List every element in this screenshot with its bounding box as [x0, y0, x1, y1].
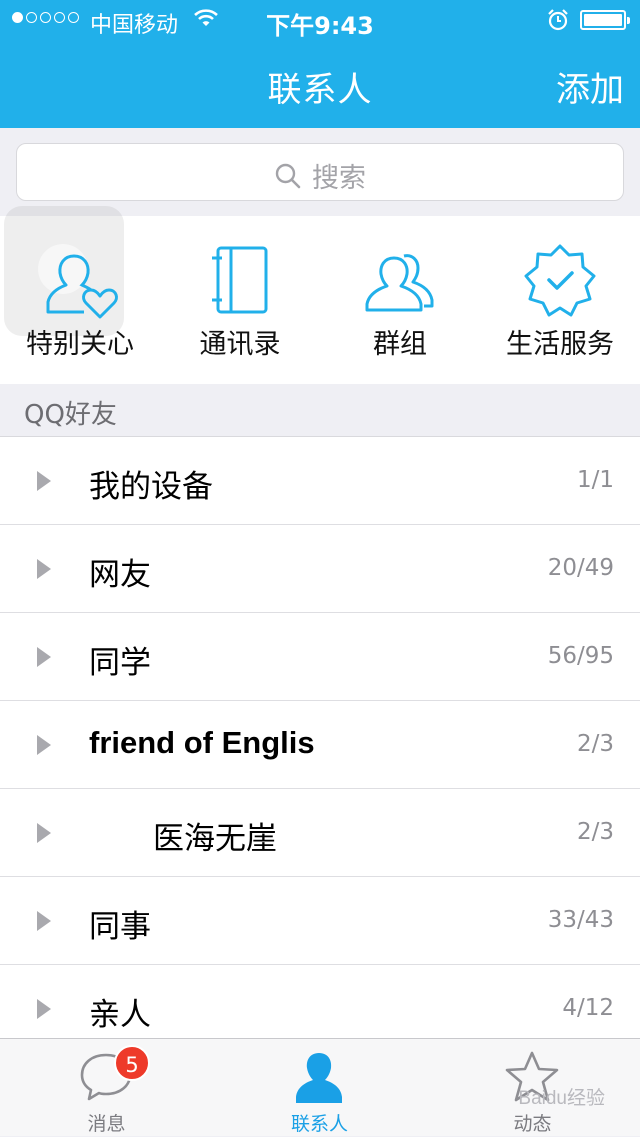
- group-row[interactable]: 同事 33/43: [0, 877, 640, 965]
- alarm-icon: [548, 9, 568, 31]
- expand-arrow-icon[interactable]: [37, 911, 51, 931]
- address-book-icon: [212, 246, 268, 314]
- groups-icon: [365, 254, 434, 312]
- group-count: 56/95: [547, 643, 614, 669]
- group-name: 医海无崖: [153, 821, 277, 857]
- group-name: 我的设备: [89, 469, 213, 505]
- search-placeholder: 搜索: [312, 163, 366, 194]
- group-count: 33/43: [547, 907, 614, 933]
- watermark: Baidu经验: [518, 1088, 605, 1109]
- quick-entries: 特别关心 通讯录 群组 生活服务: [0, 206, 640, 384]
- expand-arrow-icon[interactable]: [37, 559, 51, 579]
- section-title: QQ好友: [24, 400, 117, 430]
- quick-item-address-book[interactable]: 通讯录: [160, 216, 320, 384]
- tab-contacts[interactable]: 联系人: [213, 1039, 426, 1137]
- group-row[interactable]: 网友 20/49: [0, 525, 640, 613]
- group-count: 2/3: [576, 819, 614, 845]
- tab-label: 联系人: [290, 1113, 348, 1135]
- group-count: 20/49: [547, 555, 614, 581]
- group-row[interactable]: 我的设备 1/1: [0, 437, 640, 525]
- quick-item-label: 群组: [373, 329, 427, 360]
- group-row[interactable]: 同学 56/95: [0, 613, 640, 701]
- top-bar: 中国移动 下午9:43 联系人 添加: [0, 0, 640, 128]
- expand-arrow-icon[interactable]: [37, 471, 51, 491]
- section-header: QQ好友: [0, 384, 640, 436]
- quick-item-groups[interactable]: 群组: [320, 216, 480, 384]
- group-count: 2/3: [576, 731, 614, 757]
- group-row[interactable]: 亲人 4/12: [0, 965, 640, 1038]
- page-title: 联系人: [267, 70, 373, 110]
- quick-item-label: 通讯录: [199, 329, 281, 360]
- life-services-icon: [524, 244, 596, 317]
- search-icon: [275, 163, 301, 188]
- expand-arrow-icon[interactable]: [37, 647, 51, 667]
- friend-group-list: 我的设备 1/1 网友 20/49 同学 56/95 friend of Eng…: [0, 436, 640, 1038]
- status-bar: 中国移动 下午9:43: [0, 0, 640, 40]
- special-care-icon: [46, 254, 118, 319]
- group-row[interactable]: 医海无崖 2/3: [0, 789, 640, 877]
- battery-icon: [580, 10, 630, 30]
- expand-arrow-icon[interactable]: [37, 735, 51, 755]
- group-name: 同学: [89, 645, 151, 681]
- group-name: friend of Englis: [89, 725, 315, 760]
- group-name: 网友: [89, 557, 151, 593]
- group-name: 亲人: [89, 997, 151, 1033]
- quick-item-label: 特别关心: [26, 329, 134, 360]
- search-input[interactable]: 搜索: [16, 143, 624, 201]
- unread-badge: 5: [114, 1045, 150, 1081]
- quick-item-label: 生活服务: [506, 329, 614, 360]
- status-time: 下午9:43: [266, 12, 374, 40]
- tab-label: 动态: [513, 1113, 552, 1135]
- tab-label: 消息: [87, 1113, 126, 1135]
- tab-bar: 5 消息 联系人 动态 Baidu经验: [0, 1038, 640, 1136]
- group-count: 4/12: [562, 995, 614, 1021]
- search-area: 搜索: [0, 128, 640, 216]
- expand-arrow-icon[interactable]: [37, 999, 51, 1019]
- tab-messages[interactable]: 5 消息: [0, 1039, 213, 1137]
- contacts-person-icon: [296, 1053, 342, 1103]
- group-count: 1/1: [576, 467, 614, 493]
- quick-item-special-care[interactable]: 特别关心: [0, 206, 160, 384]
- tab-feed[interactable]: 动态 Baidu经验: [426, 1039, 639, 1137]
- add-button[interactable]: 添加: [556, 62, 624, 111]
- quick-item-life-services[interactable]: 生活服务: [480, 216, 640, 384]
- expand-arrow-icon[interactable]: [37, 823, 51, 843]
- group-row[interactable]: friend of Englis 2/3: [0, 701, 640, 789]
- group-name: 同事: [89, 909, 151, 945]
